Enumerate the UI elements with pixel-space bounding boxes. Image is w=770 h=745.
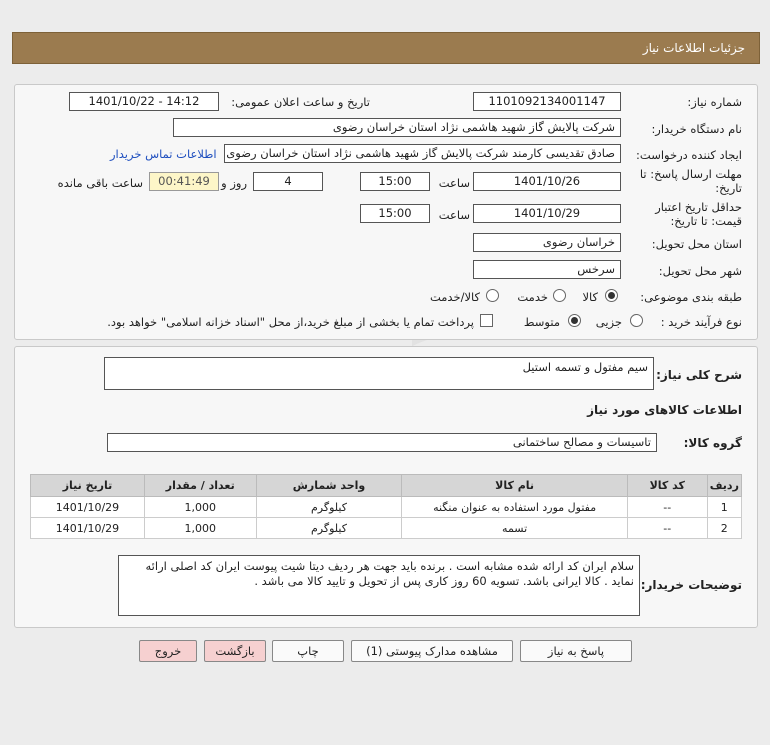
deadline-label: مهلت ارسال پاسخ: تا [639,167,742,181]
province-label: استان محل تحویل: [651,237,742,251]
back-button[interactable]: بازگشت [204,640,266,662]
city-label: شهر محل تحویل: [658,264,742,278]
col-code: کد کالا [626,474,708,497]
days-label: روز و [221,176,247,190]
table-row: 2 -- تسمه کیلوگرم 1,000 1401/10/29 [30,517,743,539]
process-label: نوع فرآیند خرید : [660,315,742,329]
cell-code: -- [626,517,708,539]
cell-row: 1 [706,496,743,518]
buyer-desc-field: سلام ایران کد ارائه شده مشابه است . برند… [118,555,640,616]
cell-row: 2 [706,517,743,539]
buyer-org-label: نام دستگاه خریدار: [651,122,742,136]
remaining-label: ساعت باقی مانده [57,176,143,190]
cell-qty: 1,000 [143,496,257,518]
deadline-date-field: 1401/10/26 [473,172,621,191]
buyer-org-field: شرکت پالایش گاز شهید هاشمی نژاد استان خر… [173,118,621,137]
treasury-payment-note: پرداخت تمام یا بخشی از مبلغ خرید،از محل … [107,315,474,329]
process-radio-minor[interactable] [630,314,643,327]
need-number-label: شماره نیاز: [687,95,742,109]
general-desc-field: سیم مفتول و تسمه استیل [104,357,654,390]
attachments-button[interactable]: مشاهده مدارک پیوستی (1) [351,640,513,662]
validity-time-field: 15:00 [360,204,430,223]
creator-label: ایجاد کننده درخواست: [636,148,742,162]
category-radio-service[interactable] [553,289,566,302]
cell-qty: 1,000 [143,517,257,539]
category-option-goods: کالا [582,290,598,304]
city-field: سرخس [473,260,621,279]
announce-field: 1401/10/22 - 14:12 [69,92,219,111]
goods-info-title: اطلاعات کالاهای مورد نیاز [587,403,742,417]
col-name: نام کالا [401,474,628,497]
remaining-time-field: 00:41:49 [149,172,219,191]
days-field: 4 [253,172,323,191]
cell-name: تسمه [401,517,628,539]
goods-table: ردیف کد کالا نام کالا واحد شمارش تعداد /… [30,474,743,539]
col-unit: واحد شمارش [255,474,403,497]
page-header: جزئیات اطلاعات نیاز [12,32,760,64]
category-option-service: خدمت [517,290,548,304]
need-number-field: 1101092134001147 [473,92,621,111]
category-radio-goods[interactable] [605,289,618,302]
category-radio-goods-service[interactable] [486,289,499,302]
page-title: جزئیات اطلاعات نیاز [642,41,745,55]
deadline-time-field: 15:00 [360,172,430,191]
col-qty: تعداد / مقدار [143,474,257,497]
cell-date: 1401/10/29 [30,517,145,539]
table-row: 1 -- مفتول مورد استفاده به عنوان منگنه ک… [30,496,743,518]
validity-time-label: ساعت [438,208,470,222]
creator-field: صادق تقدیسی کارمند شرکت پالایش گاز شهید … [224,144,621,163]
process-option-minor: جزیی [595,315,622,329]
category-option-goods-service: کالا/خدمت [429,290,480,304]
exit-button[interactable]: خروج [139,640,197,662]
col-date: تاریخ نیاز [30,474,145,497]
deadline-label-2: تاریخ: [715,181,742,195]
buyer-desc-label: توضیحات خریدار: [640,578,742,592]
goods-group-label: گروه کالا: [683,436,742,450]
validity-date-field: 1401/10/29 [473,204,621,223]
cell-unit: کیلوگرم [255,496,403,518]
province-field: خراسان رضوی [473,233,621,252]
announce-label: تاریخ و ساعت اعلان عمومی: [231,95,370,109]
treasury-payment-checkbox[interactable] [480,314,493,327]
print-button[interactable]: چاپ [272,640,344,662]
category-label: طبقه بندی موضوعی: [640,290,742,304]
validity-label: حداقل تاریخ اعتبار [655,200,742,214]
cell-code: -- [626,496,708,518]
deadline-time-label: ساعت [438,176,470,190]
process-option-medium: متوسط [523,315,560,329]
goods-group-field: تاسیسات و مصالح ساختمانی [107,433,657,452]
validity-label-2: قیمت: تا تاریخ: [670,214,742,228]
goods-table-header: ردیف کد کالا نام کالا واحد شمارش تعداد /… [30,474,743,497]
cell-name: مفتول مورد استفاده به عنوان منگنه [401,496,628,518]
process-radio-medium[interactable] [568,314,581,327]
col-row: ردیف [706,474,743,497]
buyer-contact-link[interactable]: اطلاعات تماس خریدار [110,147,217,161]
reply-button[interactable]: پاسخ به نیاز [520,640,632,662]
cell-date: 1401/10/29 [30,496,145,518]
general-desc-label: شرح کلی نیاز: [656,368,742,382]
cell-unit: کیلوگرم [255,517,403,539]
